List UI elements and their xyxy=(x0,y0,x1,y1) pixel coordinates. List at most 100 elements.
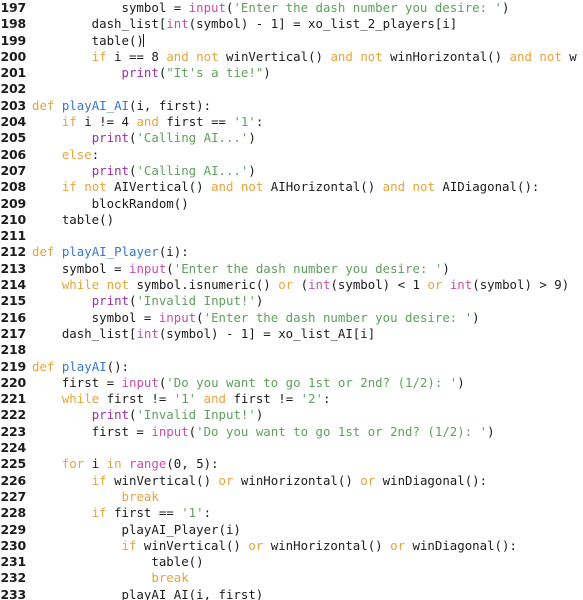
line-content[interactable]: symbol = input('Enter the dash number yo… xyxy=(32,0,583,16)
code-lines-container[interactable]: 197 symbol = input('Enter the dash numbe… xyxy=(0,0,583,600)
line-content[interactable]: if first == '1': xyxy=(32,505,583,521)
code-line[interactable]: 203 def playAI_AI(i, first): xyxy=(0,98,583,114)
code-line[interactable]: 217 dash_list[int(symbol) - 1] = xo_list… xyxy=(0,326,583,342)
line-content[interactable]: print("It's a tie!") xyxy=(32,65,583,81)
line-number: 232 xyxy=(0,570,27,586)
line-content[interactable]: for i in range(0, 5): xyxy=(32,456,583,472)
code-line[interactable]: 214 while not symbol.isnumeric() or (int… xyxy=(0,277,583,293)
code-line[interactable]: 207 print('Calling AI...') xyxy=(0,163,583,179)
line-content[interactable]: first = input('Do you want to go 1st or … xyxy=(32,424,583,440)
line-content[interactable]: def playAI(): xyxy=(32,359,583,375)
code-line[interactable]: 233 playAI_AI(i, first) xyxy=(0,587,583,600)
code-token-builtin: input xyxy=(158,309,197,325)
code-line[interactable]: 225 for i in range(0, 5): xyxy=(0,456,583,472)
line-content[interactable]: while not symbol.isnumeric() or (int(sym… xyxy=(32,277,583,293)
line-content[interactable]: table() xyxy=(32,554,583,570)
line-content[interactable]: table() xyxy=(32,212,583,228)
code-token-plain: (symbol) - xyxy=(188,16,271,32)
line-content[interactable]: while first != '1' and first != '2': xyxy=(32,391,583,407)
line-content[interactable]: def playAI_AI(i, first): xyxy=(32,98,583,114)
code-line[interactable]: 198 dash_list[int(symbol) - 1] = xo_list… xyxy=(0,16,583,32)
code-token-fn: playAI_Player xyxy=(61,244,159,260)
line-content[interactable]: if winVertical() or winHorizontal() or w… xyxy=(32,473,583,489)
code-token-plain: ) xyxy=(248,162,256,178)
code-line[interactable]: 221 while first != '1' and first != '2': xyxy=(0,391,583,407)
code-line[interactable]: 205 print('Calling AI...') xyxy=(0,130,583,146)
line-content[interactable]: print('Invalid Input!') xyxy=(32,293,583,309)
code-line[interactable]: 197 symbol = input('Enter the dash numbe… xyxy=(0,0,583,16)
code-line[interactable]: 212 def playAI_Player(i): xyxy=(0,244,583,260)
line-content[interactable]: break xyxy=(32,489,583,505)
code-line[interactable]: 231 table() xyxy=(0,554,583,570)
line-content[interactable]: if i != 4 and first == '1': xyxy=(32,114,583,130)
code-line[interactable]: 220 first = input('Do you want to go 1st… xyxy=(0,375,583,391)
code-line[interactable]: 204 if i != 4 and first == '1': xyxy=(0,114,583,130)
line-content[interactable]: if i == 8 and not winVertical() and not … xyxy=(32,49,583,65)
code-token-kw: and xyxy=(136,114,159,130)
line-content[interactable]: table() xyxy=(32,33,583,49)
code-token-builtin: input xyxy=(121,374,159,390)
code-token-print: print xyxy=(91,293,129,309)
line-content[interactable]: if winVertical() or winHorizontal() or w… xyxy=(32,538,583,554)
code-line[interactable]: 201 print("It's a tie!") xyxy=(0,65,583,81)
line-content[interactable]: playAI_Player(i) xyxy=(32,522,583,538)
code-token-str: 'Calling AI...' xyxy=(136,162,249,178)
line-content[interactable]: else: xyxy=(32,147,583,163)
code-line[interactable]: 230 if winVertical() or winHorizontal() … xyxy=(0,538,583,554)
code-line[interactable]: 211 xyxy=(0,228,583,244)
code-token-plain: (i, first): xyxy=(129,97,212,113)
line-content[interactable]: print('Calling AI...') xyxy=(32,130,583,146)
code-line[interactable]: 200 if i == 8 and not winVertical() and … xyxy=(0,49,583,65)
code-editor[interactable]: 197 symbol = input('Enter the dash numbe… xyxy=(0,0,583,600)
line-content[interactable]: first = input('Do you want to go 1st or … xyxy=(32,375,583,391)
code-line[interactable]: 215 print('Invalid Input!') xyxy=(0,293,583,309)
code-token-fn: playAI_AI xyxy=(61,97,129,113)
code-line[interactable]: 224 xyxy=(0,440,583,456)
code-line[interactable]: 227 break xyxy=(0,489,583,505)
code-line[interactable]: 206 else: xyxy=(0,147,583,163)
code-line[interactable]: 223 first = input('Do you want to go 1st… xyxy=(0,424,583,440)
code-token-kw: not xyxy=(196,48,219,64)
code-line[interactable]: 208 if not AIVertical() and not AIHorizo… xyxy=(0,179,583,195)
code-line[interactable]: 209 blockRandom() xyxy=(0,196,583,212)
line-content[interactable]: playAI_AI(i, first) xyxy=(32,587,583,600)
line-content[interactable]: print('Calling AI...') xyxy=(32,163,583,179)
code-line[interactable]: 228 if first == '1': xyxy=(0,505,583,521)
code-token-num: 4 xyxy=(121,114,129,130)
code-line[interactable]: 226 if winVertical() or winHorizontal() … xyxy=(0,473,583,489)
line-content[interactable]: dash_list[int(symbol) - 1] = xo_list_2_p… xyxy=(32,16,583,32)
code-line[interactable]: 232 break xyxy=(0,570,583,586)
code-token-plain: symbol = xyxy=(32,260,129,276)
line-content[interactable]: print('Invalid Input!') xyxy=(32,407,583,423)
code-token-plain: table() xyxy=(32,211,115,227)
code-line[interactable]: 213 symbol = input('Enter the dash numbe… xyxy=(0,261,583,277)
code-line[interactable]: 202 xyxy=(0,81,583,97)
code-token-plain: (symbol) > xyxy=(472,277,555,293)
code-token-str: "It's a tie!" xyxy=(166,65,264,81)
line-content[interactable]: def playAI_Player(i): xyxy=(32,244,583,260)
code-line[interactable]: 222 print('Invalid Input!') xyxy=(0,407,583,423)
code-line[interactable]: 219 def playAI(): xyxy=(0,359,583,375)
code-token-plain: w xyxy=(561,48,577,64)
code-line[interactable]: 210 table() xyxy=(0,212,583,228)
code-line[interactable]: 229 playAI_Player(i) xyxy=(0,522,583,538)
line-content[interactable]: break xyxy=(32,570,583,586)
code-line[interactable]: 218 xyxy=(0,342,583,358)
line-content[interactable]: symbol = input('Enter the dash number yo… xyxy=(32,310,583,326)
code-token-plain: (symbol) < xyxy=(330,277,413,293)
line-content[interactable]: blockRandom() xyxy=(32,196,583,212)
code-token-plain: symbol = xyxy=(32,309,159,325)
code-line[interactable]: 199 table() xyxy=(0,33,583,49)
code-line[interactable]: 216 symbol = input('Enter the dash numbe… xyxy=(0,310,583,326)
line-content[interactable]: dash_list[int(symbol) - 1] = xo_list_AI[… xyxy=(32,326,583,342)
code-token-kw: or xyxy=(218,472,234,488)
line-content[interactable]: symbol = input('Enter the dash number yo… xyxy=(32,261,583,277)
line-number: 209 xyxy=(0,195,27,211)
code-token-print: print xyxy=(91,162,129,178)
code-token-str: 'Do you want to go 1st or 2nd? (1/2): ' xyxy=(166,374,458,390)
line-content[interactable]: if not AIVertical() and not AIHorizontal… xyxy=(32,179,583,195)
